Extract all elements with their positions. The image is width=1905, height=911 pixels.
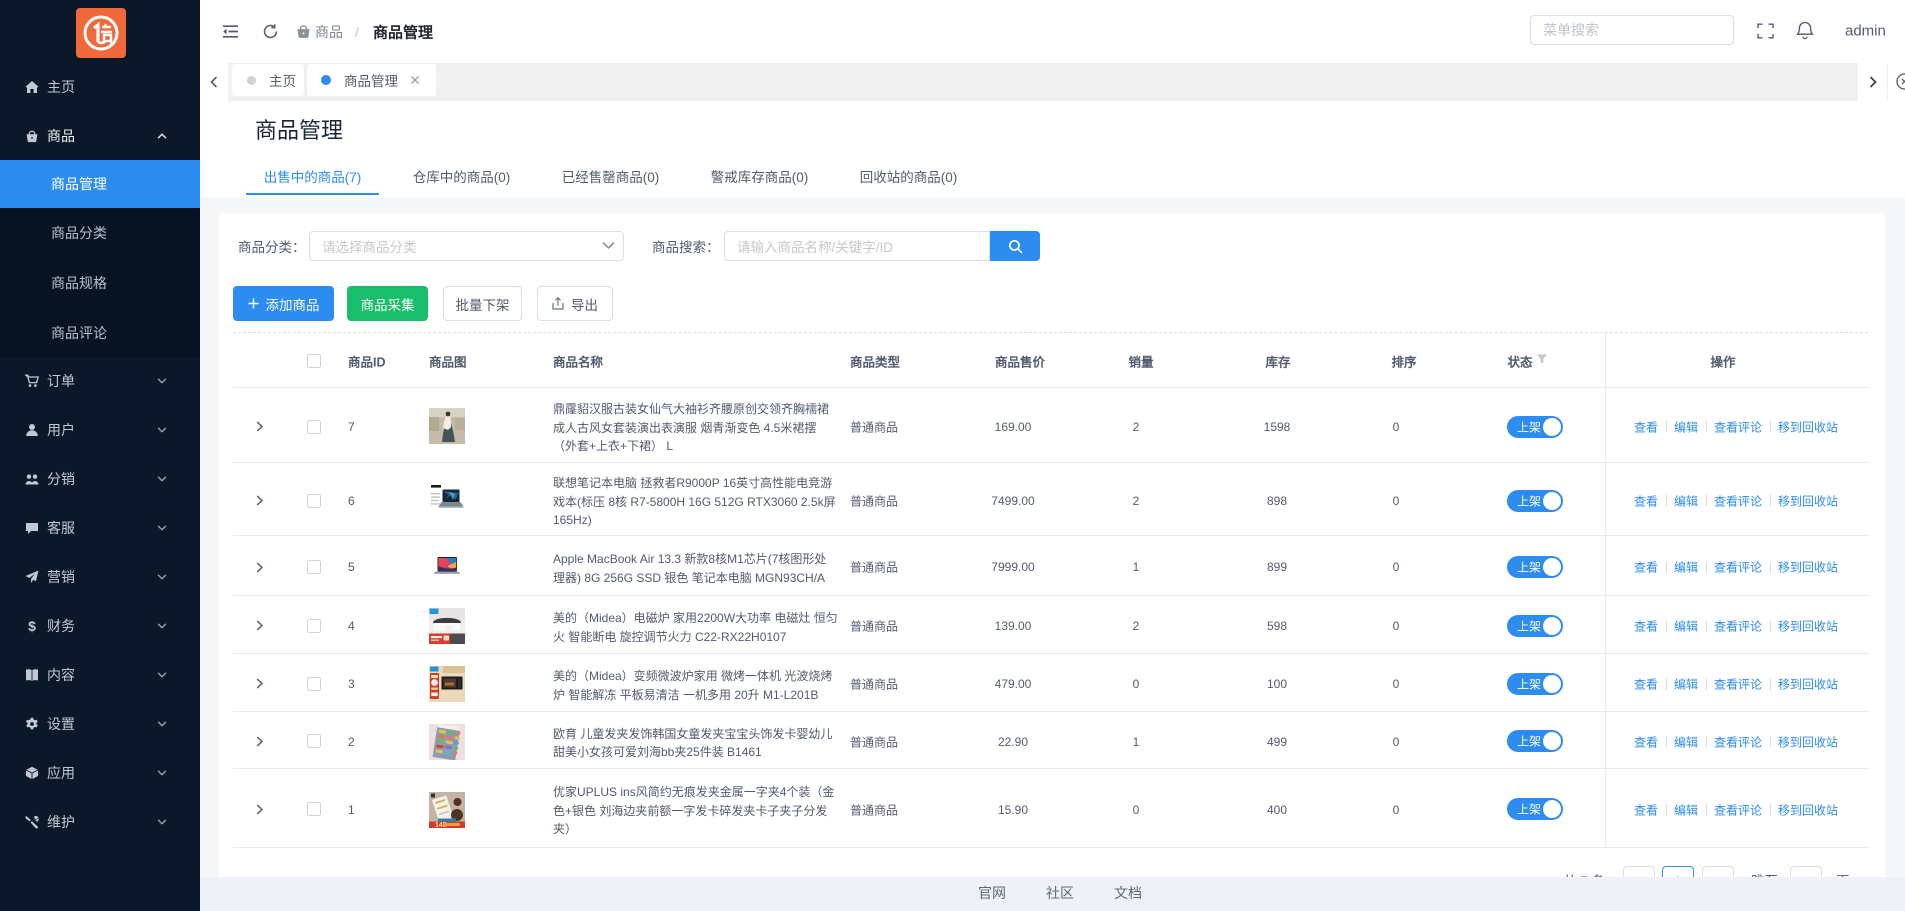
svg-text:$: $ xyxy=(28,619,36,633)
